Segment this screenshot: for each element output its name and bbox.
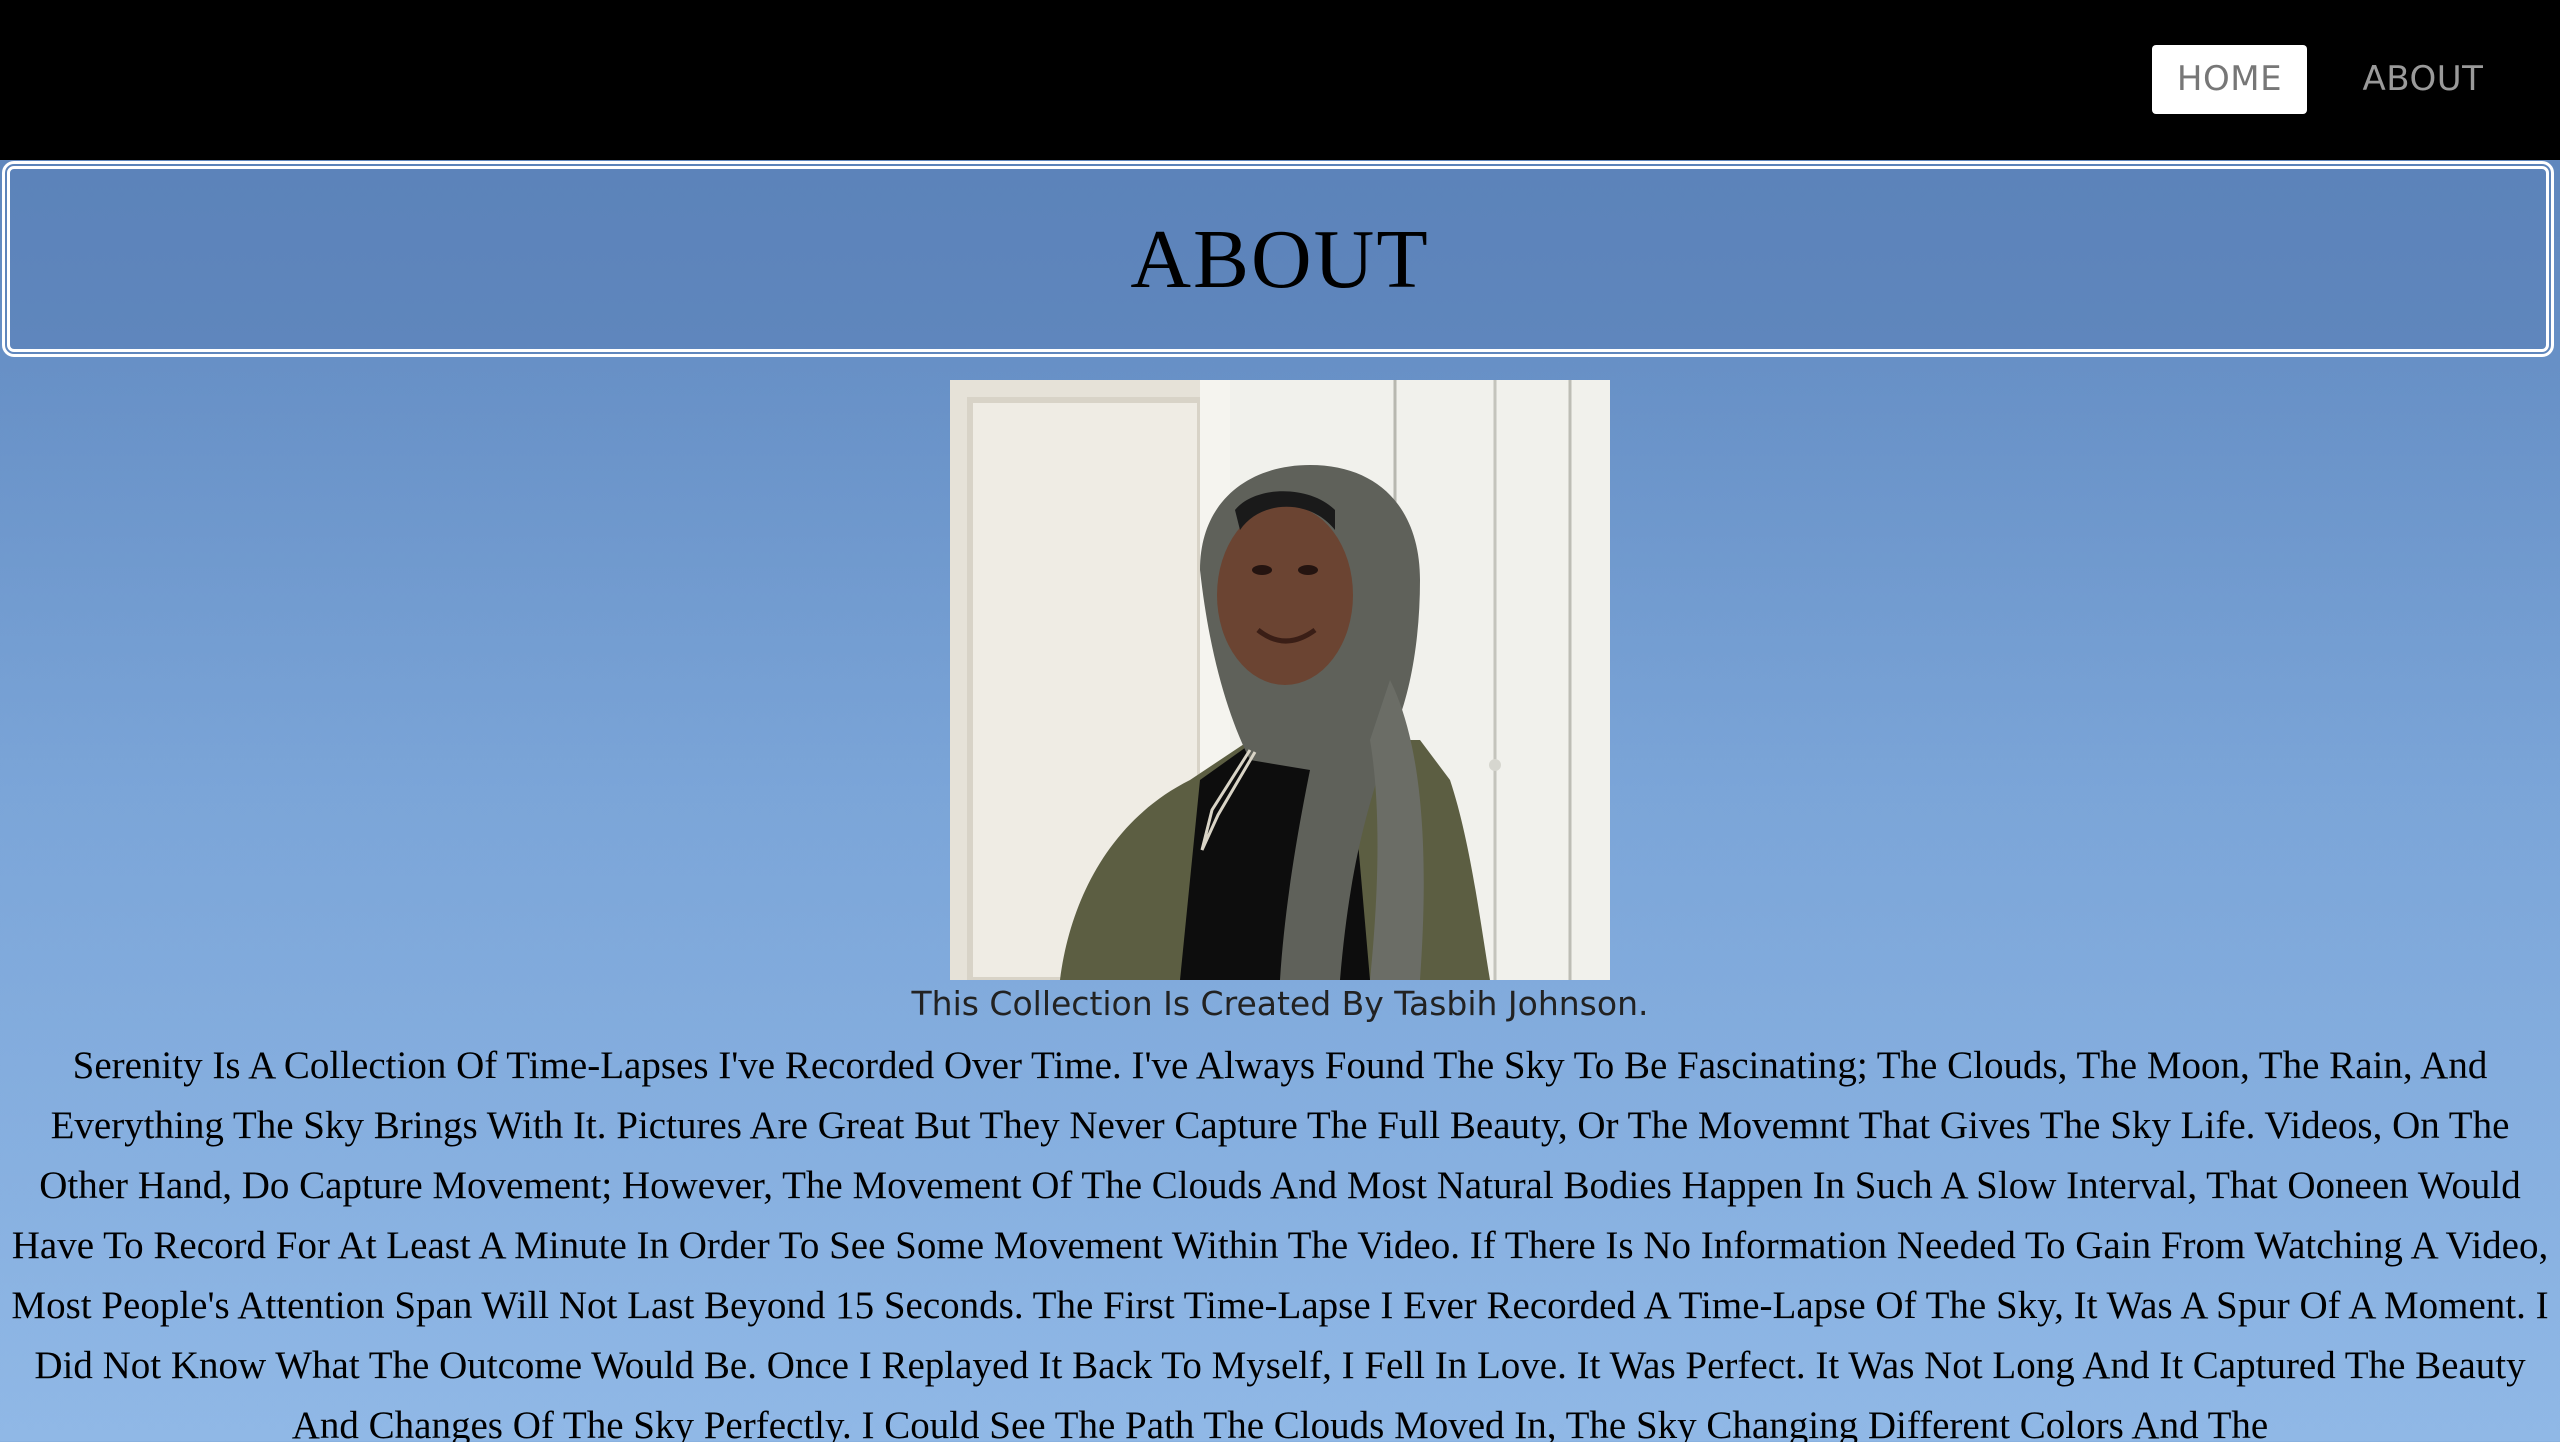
nav-about-link[interactable]: ABOUT: [2346, 45, 2500, 114]
top-navbar: HOME ABOUT: [0, 0, 2560, 160]
about-bio-text: Serenity Is A Collection Of Time-Lapses …: [11, 1044, 2549, 1442]
portrait-illustration: [950, 380, 1610, 980]
nav-home-link[interactable]: HOME: [2152, 45, 2307, 114]
portrait-photo: [950, 380, 1610, 980]
photo-caption: This Collection Is Created By Tasbih Joh…: [911, 984, 1649, 1023]
page-title: ABOUT: [1130, 213, 1430, 306]
